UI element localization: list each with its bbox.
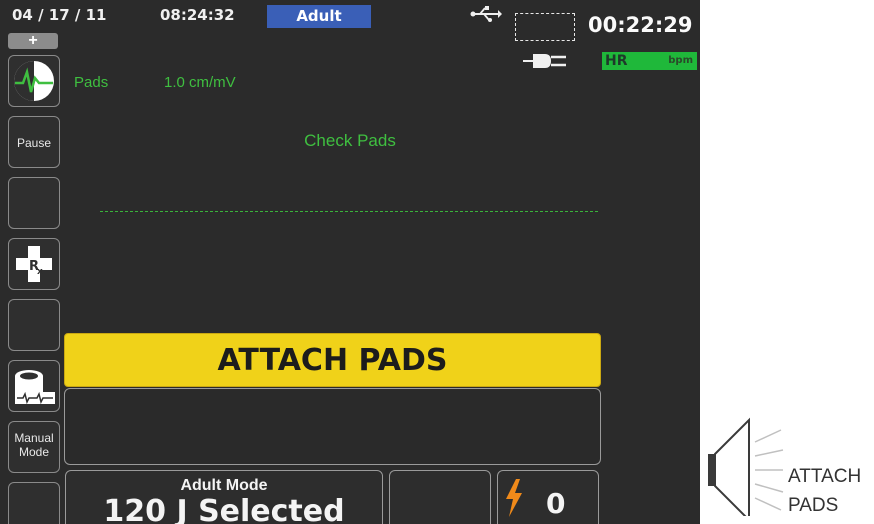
message-panel — [64, 388, 601, 465]
speaker-icon — [708, 417, 784, 516]
energy-select-button[interactable]: Adult Mode 120 J Selected — [65, 470, 383, 524]
defibrillator-screen: 04 / 17 / 11 08:24:32 Adult 00:22:29 HR … — [0, 0, 700, 524]
usb-icon — [470, 6, 502, 22]
voice-prompt-text: ATTACH PADS — [788, 462, 861, 520]
svg-text:x: x — [37, 267, 43, 277]
ecg-trace — [100, 211, 598, 212]
manual-mode-label-line1: Manual — [14, 431, 54, 445]
lightning-bolt-icon — [506, 479, 522, 517]
manual-mode-button[interactable]: Manual Mode — [8, 421, 60, 473]
ecg-heart-icon — [14, 61, 54, 101]
energy-selected-value: 120 J Selected — [103, 494, 345, 524]
waveform-status-message: Check Pads — [304, 131, 396, 150]
lead-label: Pads — [74, 74, 109, 91]
rx-cross-icon: R x — [16, 246, 52, 282]
drug-button[interactable]: R x — [8, 238, 60, 290]
ac-power-plug-icon — [523, 54, 566, 68]
pause-button[interactable]: Pause — [8, 116, 60, 168]
shock-count-value: 0 — [546, 487, 566, 520]
voice-prompt-line2: PADS — [788, 495, 839, 516]
clock-display: 08:24:32 — [160, 6, 235, 24]
heart-rate-box: HR bpm — [602, 52, 697, 70]
energy-mode-label: Adult Mode — [180, 477, 268, 494]
data-card-slot-icon — [515, 13, 575, 41]
shock-counter: 0 — [497, 470, 599, 524]
blank-bottom-key[interactable] — [389, 470, 491, 524]
blank-soft-key-2[interactable] — [8, 299, 60, 351]
status-bar: 04 / 17 / 11 08:24:32 Adult 00:22:29 HR … — [0, 0, 700, 70]
hr-unit: bpm — [668, 55, 693, 66]
blank-soft-key-1[interactable] — [8, 177, 60, 229]
printer-strip-icon — [15, 370, 55, 405]
alarm-banner: ATTACH PADS — [64, 333, 601, 387]
date-display: 04 / 17 / 11 — [12, 6, 107, 24]
blank-soft-key-3[interactable] — [8, 482, 60, 524]
patient-mode-badge: Adult — [267, 5, 371, 28]
ecg-heart-button[interactable] — [8, 55, 60, 107]
elapsed-time: 00:22:29 — [588, 13, 693, 37]
pause-label: Pause — [16, 136, 52, 150]
manual-mode-label-line2: Mode — [18, 445, 50, 459]
add-button[interactable]: + — [8, 33, 58, 49]
print-strip-button[interactable] — [8, 360, 60, 412]
hr-label: HR — [605, 53, 628, 69]
gain-scale-label: 1.0 cm/mV — [164, 74, 236, 91]
voice-prompt-line1: ATTACH — [788, 466, 862, 487]
